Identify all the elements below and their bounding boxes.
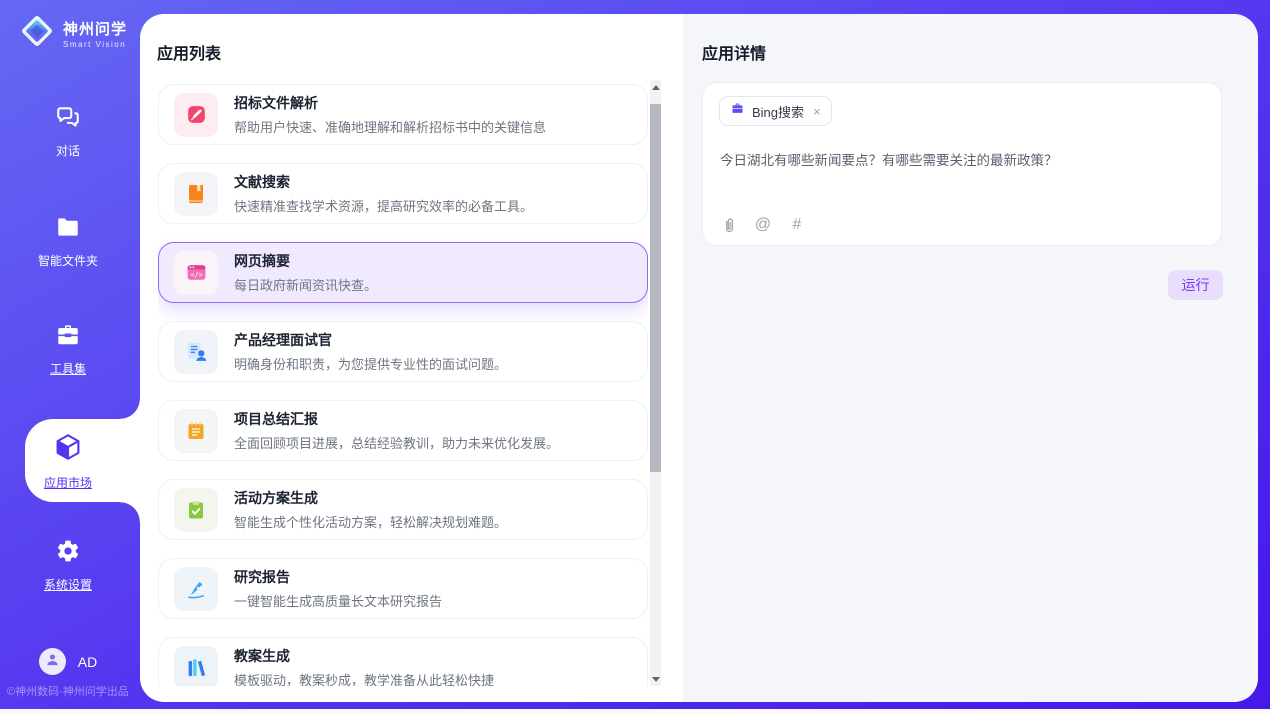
ink-pen-icon xyxy=(174,567,218,611)
app-card-project-summary[interactable]: 项目总结汇报全面回顾项目进展，总结经验教训，助力未来优化发展。 xyxy=(158,400,648,461)
app-card-description: 快速精准查找学术资源，提高研究效率的必备工具。 xyxy=(234,196,533,215)
paperclip-icon[interactable] xyxy=(720,216,738,234)
report-notes-icon xyxy=(174,409,218,453)
browser-code-icon: </> xyxy=(174,251,218,295)
sidebar-item-app-market[interactable]: 应用市场 xyxy=(0,432,136,491)
interview-icon xyxy=(174,330,218,374)
app-card-research-report[interactable]: 研究报告一键智能生成高质量长文本研究报告 xyxy=(158,558,648,619)
tab-scoop-bottom xyxy=(120,502,140,522)
app-card-literature[interactable]: 文献搜索快速精准查找学术资源，提高研究效率的必备工具。 xyxy=(158,163,648,224)
bottom-strip xyxy=(0,709,1270,714)
at-icon[interactable]: @ xyxy=(754,216,772,234)
run-button[interactable]: 运行 xyxy=(1168,270,1223,300)
toolbox-icon xyxy=(55,322,81,353)
doc-edit-icon xyxy=(174,93,218,137)
app-card-event-plan[interactable]: 活动方案生成智能生成个性化活动方案，轻松解决规划难题。 xyxy=(158,479,648,540)
triangle-down-icon xyxy=(652,677,660,682)
gear-icon xyxy=(55,538,81,569)
app-card-title: 项目总结汇报 xyxy=(234,409,559,429)
tool-tag-close-icon[interactable]: × xyxy=(813,104,821,119)
app-card-description: 一键智能生成高质量长文本研究报告 xyxy=(234,591,442,610)
app-card-description: 明确身份和职责，为您提供专业性的面试问题。 xyxy=(234,354,507,373)
app-detail-panel: 应用详情 Bing搜索 × 今日湖北有哪些新闻要点？有哪些需要关注的最新政策？ … xyxy=(683,14,1258,702)
app-card-title: 招标文件解析 xyxy=(234,93,546,113)
main-panel: 应用列表 招标文件解析帮助用户快速、准确地理解和解析招标书中的关键信息文献搜索快… xyxy=(140,14,1258,702)
book-icon xyxy=(174,172,218,216)
prompt-card: Bing搜索 × 今日湖北有哪些新闻要点？有哪些需要关注的最新政策？ @# xyxy=(702,82,1222,246)
sidebar-item-label: 智能文件夹 xyxy=(38,252,98,269)
user-initials: AD xyxy=(78,654,97,670)
app-card-title: 研究报告 xyxy=(234,567,442,587)
app-card-title: 文献搜索 xyxy=(234,172,533,192)
copyright-text: ©神州数码·神州问学出品 xyxy=(7,683,140,699)
app-card-description: 智能生成个性化活动方案，轻松解决规划难题。 xyxy=(234,512,507,531)
triangle-up-icon xyxy=(652,85,660,90)
user-account[interactable]: AD xyxy=(0,648,136,675)
sidebar-item-chat[interactable]: 对话 xyxy=(0,104,136,159)
scrollbar-down-arrow[interactable] xyxy=(650,672,661,686)
brand-diamond-icon xyxy=(18,12,56,55)
user-avatar[interactable] xyxy=(39,648,66,675)
app-card-pm-interviewer[interactable]: 产品经理面试官明确身份和职责，为您提供专业性的面试问题。 xyxy=(158,321,648,382)
sidebar-item-settings[interactable]: 系统设置 xyxy=(0,538,136,593)
briefcase-icon xyxy=(730,101,745,121)
sidebar-item-label: 工具集 xyxy=(50,360,86,377)
sidebar-item-label: 应用市场 xyxy=(44,474,92,491)
app-list: 招标文件解析帮助用户快速、准确地理解和解析招标书中的关键信息文献搜索快速精准查找… xyxy=(158,84,648,686)
scrollbar-up-arrow[interactable] xyxy=(650,80,661,94)
composer-toolbar: @# xyxy=(720,216,806,234)
brand-subtitle: Smart Vision xyxy=(63,40,127,49)
app-card-bid-doc-parse[interactable]: 招标文件解析帮助用户快速、准确地理解和解析招标书中的关键信息 xyxy=(158,84,648,145)
scrollbar-thumb[interactable] xyxy=(650,104,661,472)
app-card-description: 帮助用户快速、准确地理解和解析招标书中的关键信息 xyxy=(234,117,546,136)
app-list-title: 应用列表 xyxy=(157,40,221,64)
app-card-description: 每日政府新闻资讯快查。 xyxy=(234,275,377,294)
brand-logo: 神州问学 Smart Vision xyxy=(18,12,127,55)
app-card-title: 网页摘要 xyxy=(234,251,377,271)
tab-scoop-top xyxy=(120,399,140,419)
app-card-title: 教案生成 xyxy=(234,646,494,666)
sidebar: 神州问学 Smart Vision 对话智能文件夹工具集应用市场系统设置 AD … xyxy=(0,0,140,714)
tool-tag-bing-search[interactable]: Bing搜索 × xyxy=(719,96,832,126)
sidebar-item-label: 对话 xyxy=(56,142,80,159)
user-avatar-icon xyxy=(44,651,61,673)
folder-icon xyxy=(55,214,81,245)
sidebar-item-smart-folder[interactable]: 智能文件夹 xyxy=(0,214,136,269)
sidebar-item-toolset[interactable]: 工具集 xyxy=(0,322,136,377)
clipboard-check-icon xyxy=(174,488,218,532)
sidebar-item-label: 系统设置 xyxy=(44,576,92,593)
app-card-title: 活动方案生成 xyxy=(234,488,507,508)
app-detail-title: 应用详情 xyxy=(702,40,766,64)
tool-tag-label: Bing搜索 xyxy=(752,102,804,121)
svg-text:</>: </> xyxy=(190,271,202,279)
app-card-lesson-plan[interactable]: 教案生成模板驱动，教案秒成，教学准备从此轻松快捷 xyxy=(158,637,648,686)
app-list-scrollbar[interactable] xyxy=(650,80,661,686)
app-window: { "brand": { "name": "神州问学", "subtitle":… xyxy=(0,0,1270,714)
hash-icon[interactable]: # xyxy=(788,216,806,234)
query-input[interactable]: 今日湖北有哪些新闻要点？有哪些需要关注的最新政策？ xyxy=(720,149,1200,169)
app-card-description: 全面回顾项目进展，总结经验教训，助力未来优化发展。 xyxy=(234,433,559,452)
app-card-web-summary[interactable]: </> 网页摘要每日政府新闻资讯快查。 xyxy=(158,242,648,303)
app-card-description: 模板驱动，教案秒成，教学准备从此轻松快捷 xyxy=(234,670,494,686)
brand-name: 神州问学 xyxy=(63,18,127,39)
books-icon xyxy=(174,646,218,687)
chat-icon xyxy=(55,104,81,135)
app-card-title: 产品经理面试官 xyxy=(234,330,507,350)
cube-icon xyxy=(53,432,83,467)
